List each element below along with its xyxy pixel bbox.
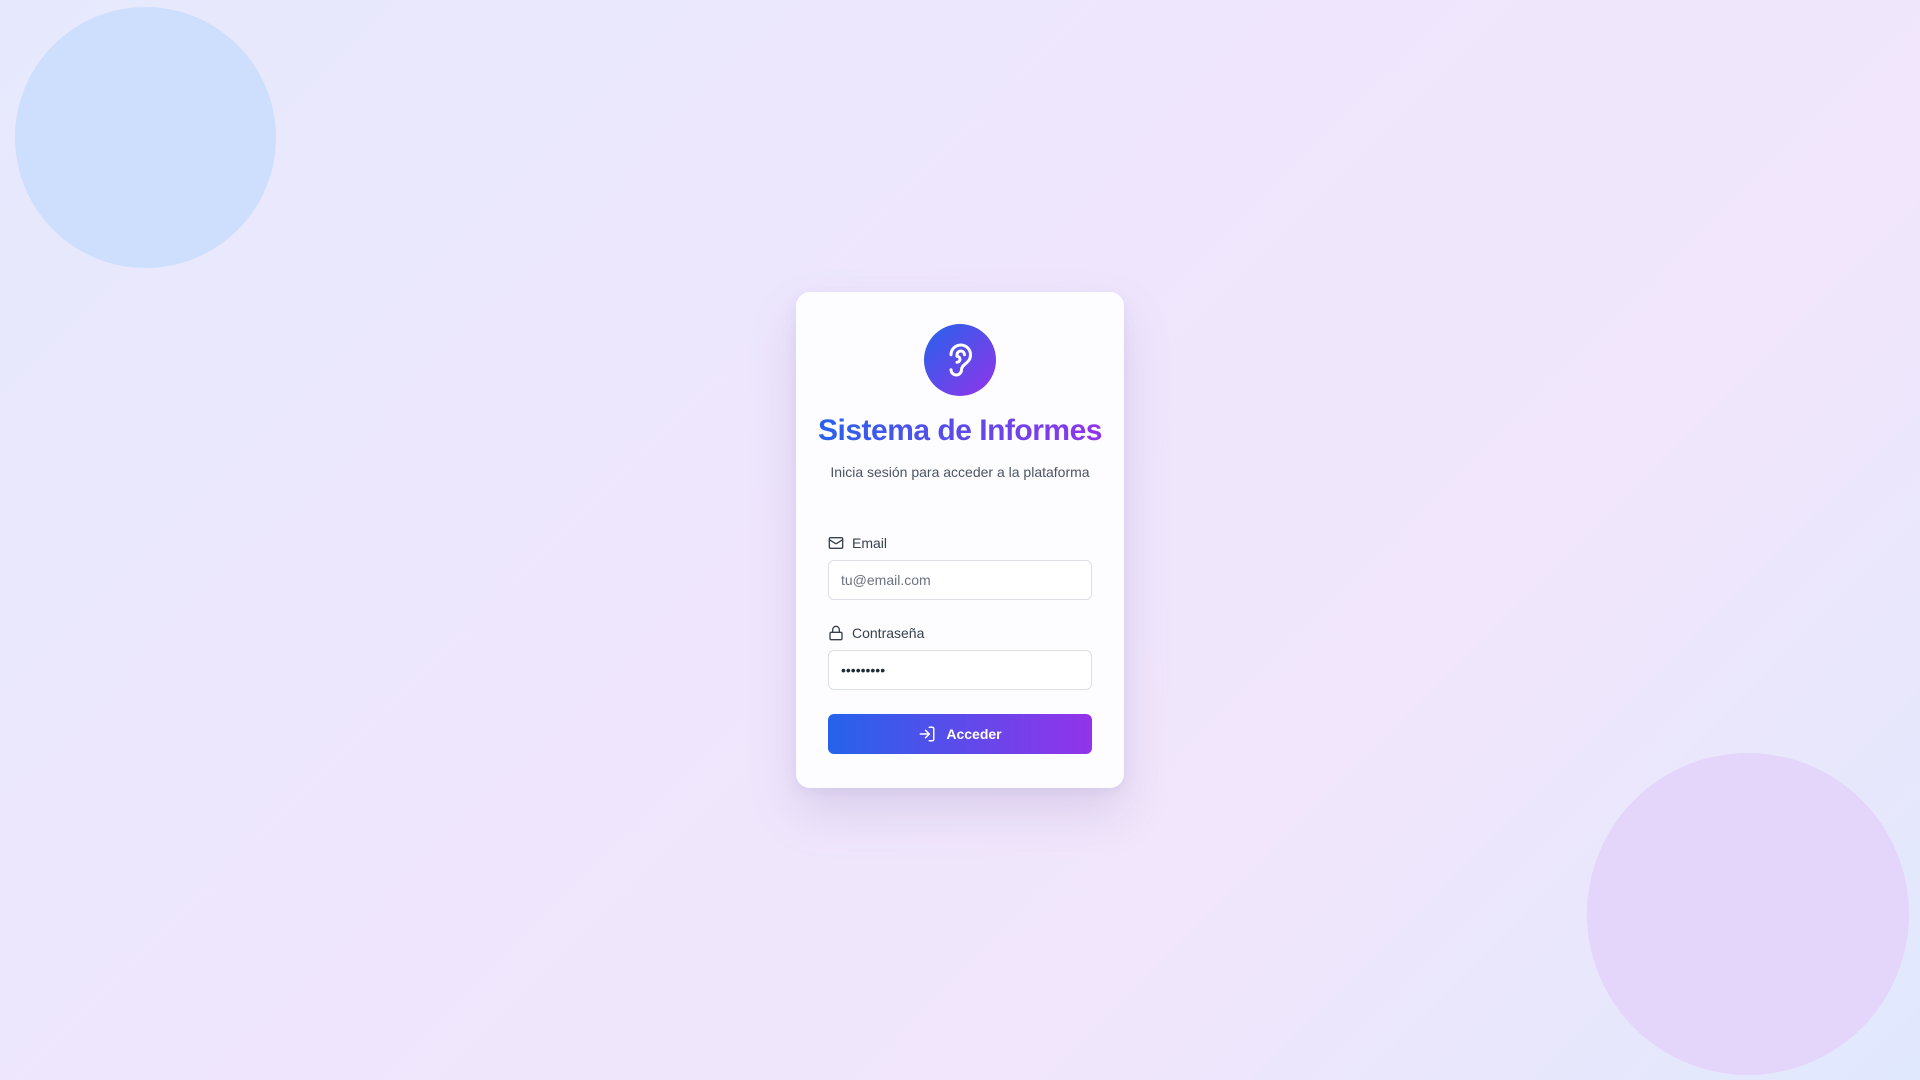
email-input[interactable] <box>828 560 1092 600</box>
log-in-icon <box>919 726 935 742</box>
mail-icon <box>828 537 844 549</box>
password-input[interactable] <box>828 650 1092 690</box>
password-field-group: Contraseña <box>828 624 1092 690</box>
page-title: Sistema de Informes <box>808 412 1112 450</box>
background-circle-bottom-right <box>1587 753 1909 1075</box>
login-card: Sistema de Informes Inicia sesión para a… <box>796 292 1124 788</box>
password-label: Contraseña <box>828 624 1092 642</box>
password-label-text: Contraseña <box>852 625 925 641</box>
app-logo <box>924 324 996 396</box>
email-label: Email <box>828 534 1092 552</box>
login-button-label: Acceder <box>946 726 1002 742</box>
email-field-group: Email <box>828 534 1092 600</box>
lock-icon <box>829 625 843 641</box>
login-form: Email Contraseña Acceder <box>828 534 1092 754</box>
ear-icon <box>949 343 972 377</box>
page-subtitle: Inicia sesión para acceder a la platafor… <box>830 464 1090 480</box>
email-label-text: Email <box>852 535 888 551</box>
login-button[interactable]: Acceder <box>828 714 1092 754</box>
background-circle-top-left <box>15 7 276 268</box>
